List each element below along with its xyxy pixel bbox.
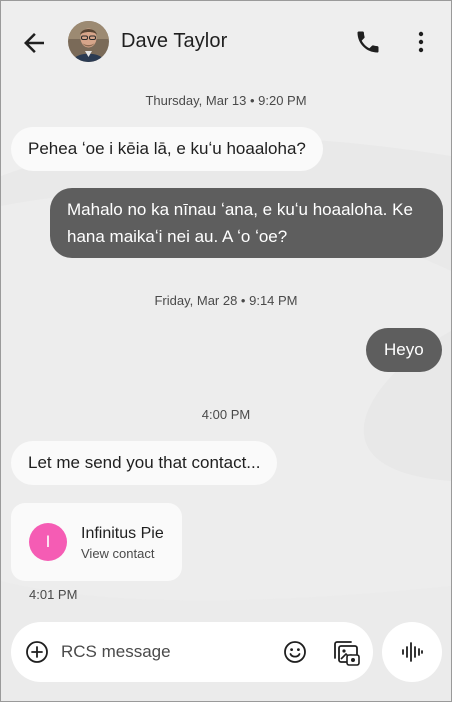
- conversation-screen: Dave Taylor Thursday, Mar 13 • 9:20 PM P…: [0, 0, 452, 702]
- outgoing-message[interactable]: Heyo: [366, 328, 442, 372]
- message-line: hana maikaʻi nei au. A ʻo ʻoe?: [67, 227, 288, 246]
- voice-message-button[interactable]: [382, 622, 442, 682]
- contact-card[interactable]: I Infinitus Pie View contact: [11, 503, 182, 581]
- message-line: Mahalo no ka nīnau ʻana, e kuʻu hoaaloha…: [67, 200, 413, 219]
- message-input[interactable]: [61, 640, 261, 664]
- view-contact-link[interactable]: View contact: [81, 546, 154, 561]
- timestamp: Thursday, Mar 13 • 9:20 PM: [145, 93, 307, 108]
- incoming-message[interactable]: Pehea ʻoe i kēia lā, e kuʻu hoaaloha?: [11, 127, 323, 171]
- emoji-icon: [284, 641, 306, 663]
- contact-name[interactable]: Dave Taylor: [121, 30, 227, 53]
- contact-initial-avatar: I: [29, 523, 67, 561]
- gallery-button[interactable]: [332, 638, 360, 666]
- avatar[interactable]: [68, 21, 109, 62]
- phone-icon: [357, 31, 379, 53]
- call-button[interactable]: [354, 28, 382, 56]
- voice-wave-icon: [402, 642, 423, 662]
- incoming-message[interactable]: Let me send you that contact...: [11, 441, 278, 485]
- compose-bar: [11, 622, 373, 682]
- back-button[interactable]: [19, 28, 49, 58]
- arrow-back-icon: [24, 33, 44, 53]
- emoji-button[interactable]: [283, 640, 307, 664]
- contact-card-name: Infinitus Pie: [81, 525, 164, 542]
- more-vert-icon: [418, 31, 424, 53]
- timestamp: 4:00 PM: [201, 407, 251, 422]
- add-circle-icon: [26, 641, 48, 663]
- contact-photo: [68, 21, 109, 62]
- more-options-button[interactable]: [409, 28, 433, 56]
- add-attachment-button[interactable]: [25, 640, 49, 664]
- top-app-bar: Dave Taylor: [1, 1, 451, 83]
- message-time: 4:01 PM: [29, 587, 78, 602]
- timestamp: Friday, Mar 28 • 9:14 PM: [154, 293, 298, 308]
- gallery-icon: [334, 641, 360, 666]
- outgoing-message[interactable]: Mahalo no ka nīnau ʻana, e kuʻu hoaaloha…: [50, 188, 443, 258]
